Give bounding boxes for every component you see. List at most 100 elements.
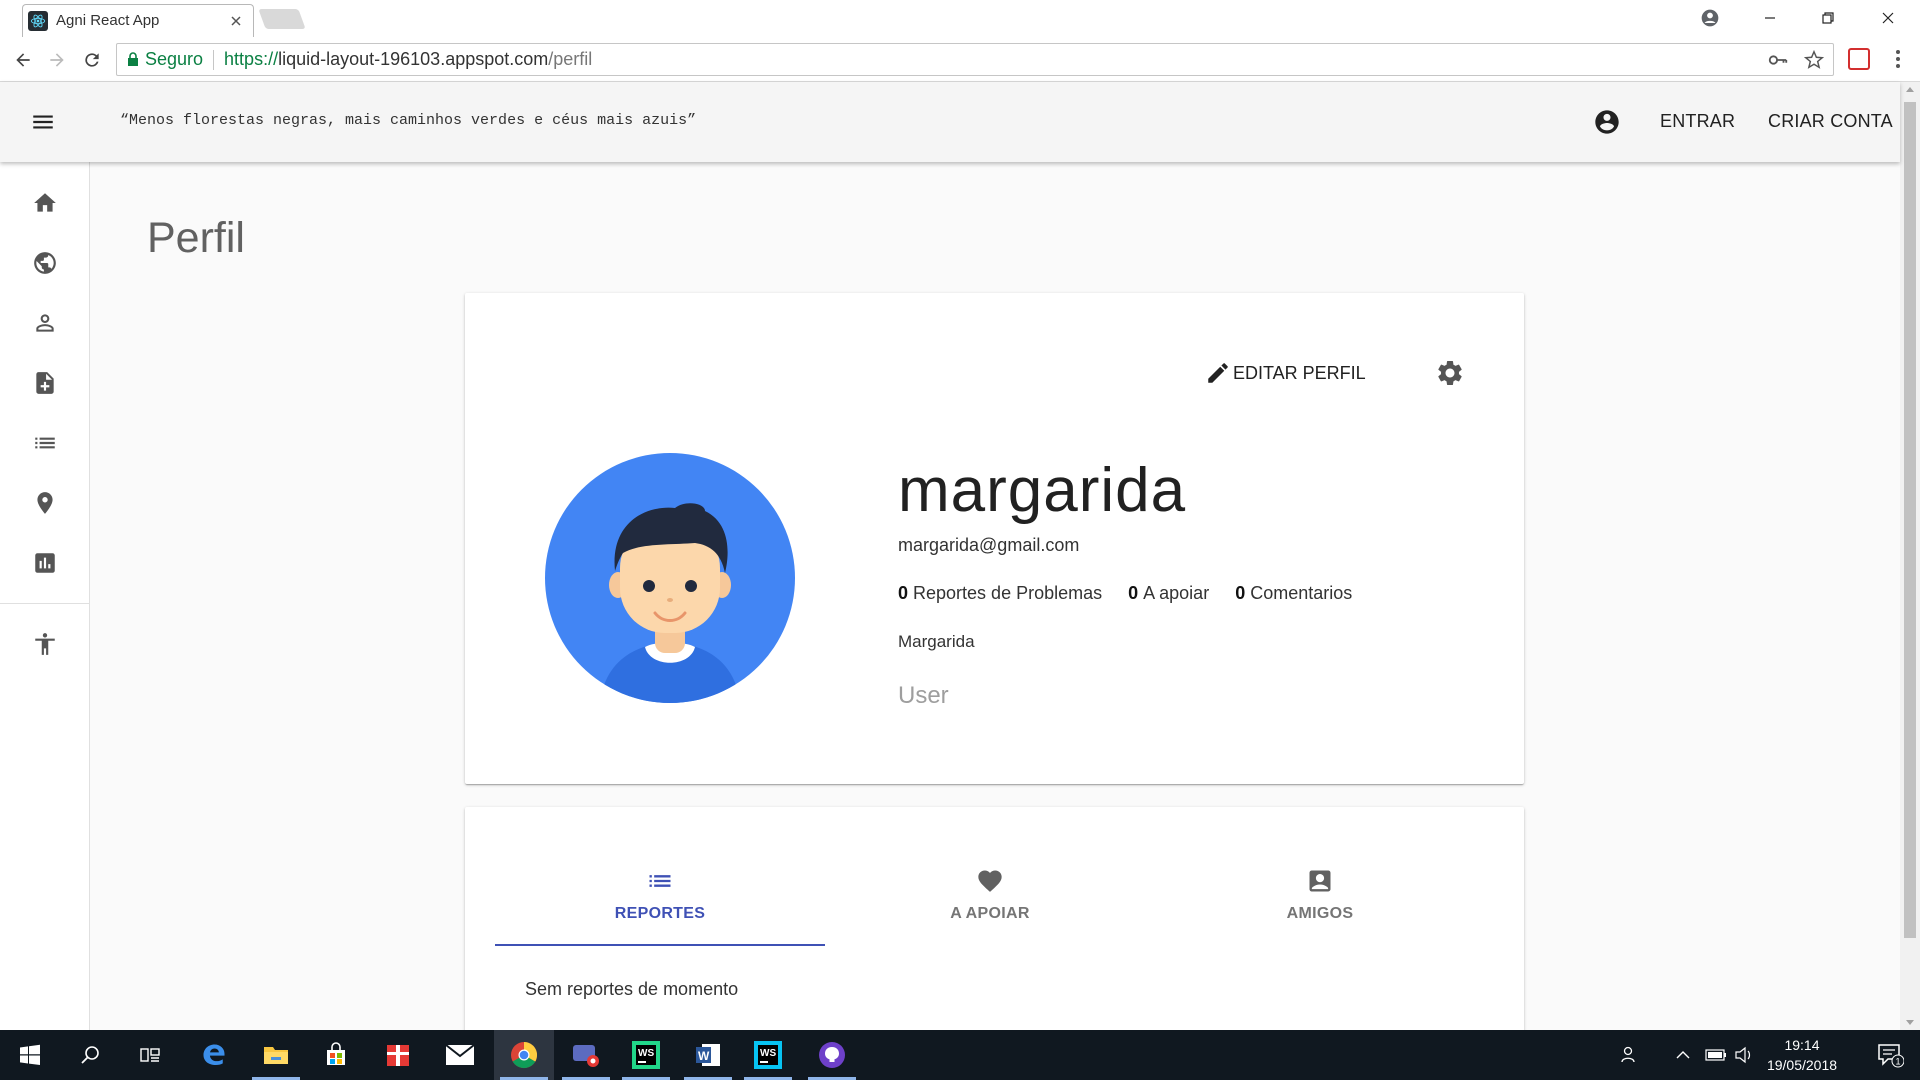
github-desktop-icon[interactable] xyxy=(802,1030,862,1080)
menu-icon[interactable] xyxy=(30,109,56,135)
gear-icon[interactable] xyxy=(1435,358,1465,388)
browser-tab-strip: Agni React App xyxy=(0,0,1920,37)
tab-reportes-label: REPORTES xyxy=(614,905,706,922)
profile-role: User xyxy=(898,682,949,709)
store-icon[interactable] xyxy=(306,1030,366,1080)
stat-comments: 0 Comentarios xyxy=(1235,583,1353,603)
reload-icon[interactable] xyxy=(79,47,105,73)
chevron-up-icon[interactable] xyxy=(1670,1030,1696,1080)
chrome-menu-icon[interactable] xyxy=(1888,47,1908,71)
windows-taskbar: WS W WS 19:14 19/05/2018 1 xyxy=(0,1030,1920,1080)
note-add-icon[interactable] xyxy=(31,369,59,397)
url-path: /perfil xyxy=(548,49,593,69)
heart-icon xyxy=(978,870,1002,892)
gift-app-icon[interactable] xyxy=(368,1030,428,1080)
volume-icon[interactable] xyxy=(1730,1030,1758,1080)
restore-icon[interactable] xyxy=(1810,4,1846,32)
app-bar: “Menos florestas negras, mais caminhos v… xyxy=(0,82,1900,162)
profile-full-name: Margarida xyxy=(898,632,975,651)
screen-recorder-icon[interactable] xyxy=(556,1030,616,1080)
windows-start-icon[interactable] xyxy=(0,1030,60,1080)
scroll-thumb[interactable] xyxy=(1904,102,1916,938)
people-icon[interactable] xyxy=(1612,1030,1648,1080)
back-arrow-icon[interactable] xyxy=(10,47,36,73)
edit-profile-button[interactable]: EDITAR PERFIL xyxy=(1205,360,1366,386)
person-icon[interactable] xyxy=(31,309,59,337)
location-pin-icon[interactable] xyxy=(31,489,59,517)
edge-browser-icon[interactable] xyxy=(184,1030,244,1080)
tab-a-apoiar[interactable]: A APOIAR xyxy=(825,867,1155,942)
key-icon[interactable] xyxy=(1767,49,1789,71)
list-icon xyxy=(649,875,671,887)
stat-supporting: 0A apoiar xyxy=(1128,583,1210,603)
empty-reports-message: Sem reportes de momento xyxy=(525,979,739,999)
svg-text:W: W xyxy=(698,1049,710,1063)
page-scrollbar[interactable] xyxy=(1900,82,1920,1030)
search-icon[interactable] xyxy=(60,1030,120,1080)
contact-icon xyxy=(1309,870,1331,892)
tab-amigos-label: AMIGOS xyxy=(1286,905,1354,922)
bar-chart-icon[interactable] xyxy=(31,549,59,577)
page-title: Perfil xyxy=(147,214,245,262)
webstorm-icon[interactable]: WS xyxy=(616,1030,676,1080)
scroll-up-icon[interactable] xyxy=(1900,82,1920,98)
tab-reportes[interactable]: REPORTES xyxy=(495,867,825,942)
edit-profile-label: EDITAR PERFIL xyxy=(1233,362,1366,383)
side-navigation xyxy=(0,162,90,1030)
accessibility-icon[interactable] xyxy=(31,630,59,658)
battery-icon[interactable] xyxy=(1702,1030,1730,1080)
login-button[interactable]: ENTRAR xyxy=(1660,111,1735,132)
tab-amigos[interactable]: AMIGOS xyxy=(1155,867,1485,942)
app-quote: “Menos florestas negras, mais caminhos v… xyxy=(120,112,697,129)
avatar xyxy=(545,453,795,703)
side-nav-divider xyxy=(0,603,89,604)
bookmark-star-icon[interactable] xyxy=(1803,49,1825,71)
forward-arrow-icon[interactable] xyxy=(44,47,70,73)
chrome-taskbar-icon[interactable] xyxy=(494,1030,554,1080)
address-separator xyxy=(213,49,215,70)
active-tab-indicator xyxy=(495,944,825,946)
tab-close-icon[interactable] xyxy=(228,13,244,29)
browser-toolbar: Seguro https://liquid-layout-196103.apps… xyxy=(0,37,1920,82)
globe-icon[interactable] xyxy=(31,249,59,277)
svg-text:WS: WS xyxy=(638,1048,654,1059)
secure-label: Seguro xyxy=(145,49,204,69)
tab-a-apoiar-label: A APOIAR xyxy=(950,905,1030,922)
task-view-icon[interactable] xyxy=(120,1030,180,1080)
new-tab-button[interactable] xyxy=(258,9,306,29)
clock-date: 19/05/2018 xyxy=(1766,1057,1838,1073)
list-icon[interactable] xyxy=(31,429,59,457)
chrome-profile-icon[interactable] xyxy=(1692,4,1728,32)
scroll-down-icon[interactable] xyxy=(1900,1014,1920,1030)
signup-button[interactable]: CRIAR CONTA xyxy=(1768,111,1893,132)
file-explorer-icon[interactable] xyxy=(246,1030,306,1080)
webstorm-second-icon[interactable]: WS xyxy=(738,1030,798,1080)
notification-count: 1 xyxy=(1895,1057,1900,1067)
url-scheme: https:// xyxy=(224,49,279,69)
address-bar[interactable]: Seguro https://liquid-layout-196103.apps… xyxy=(116,43,1834,76)
profile-username: margarida xyxy=(898,456,1187,525)
profile-email: margarida@gmail.com xyxy=(898,535,1080,555)
main-content: Perfil EDITAR PERFIL margarida margarida… xyxy=(90,162,1900,1030)
close-window-icon[interactable] xyxy=(1870,4,1906,32)
minimize-icon[interactable] xyxy=(1752,4,1788,32)
browser-tab[interactable]: Agni React App xyxy=(22,4,254,37)
home-icon[interactable] xyxy=(31,189,59,217)
notification-center-icon[interactable]: 1 xyxy=(1860,1030,1920,1080)
mail-icon[interactable] xyxy=(430,1030,490,1080)
stat-reports: 0 Reportes de Problemas xyxy=(898,583,1103,603)
account-circle-icon[interactable] xyxy=(1593,108,1621,136)
lock-icon xyxy=(128,52,138,66)
profile-stats: 0 Reportes de Problemas 0A apoiar 0 Coment… xyxy=(898,583,1378,604)
pencil-icon xyxy=(1208,363,1228,383)
clock[interactable]: 19:14 19/05/2018 xyxy=(1762,1035,1842,1075)
svg-text:WS: WS xyxy=(760,1048,776,1059)
word-icon[interactable]: W xyxy=(678,1030,738,1080)
react-favicon-icon xyxy=(28,10,48,31)
activity-tabs-card: REPORTES A APOIAR AMIGOS Sem reportes de… xyxy=(465,807,1524,1030)
extension-shield-icon[interactable] xyxy=(1848,48,1870,70)
url-host: liquid-layout-196103.appspot.com xyxy=(278,49,549,69)
profile-card: EDITAR PERFIL margarida margarida@gmail.… xyxy=(465,293,1524,784)
browser-tab-title: Agni React App xyxy=(56,12,160,29)
clock-time: 19:14 xyxy=(1784,1037,1820,1053)
